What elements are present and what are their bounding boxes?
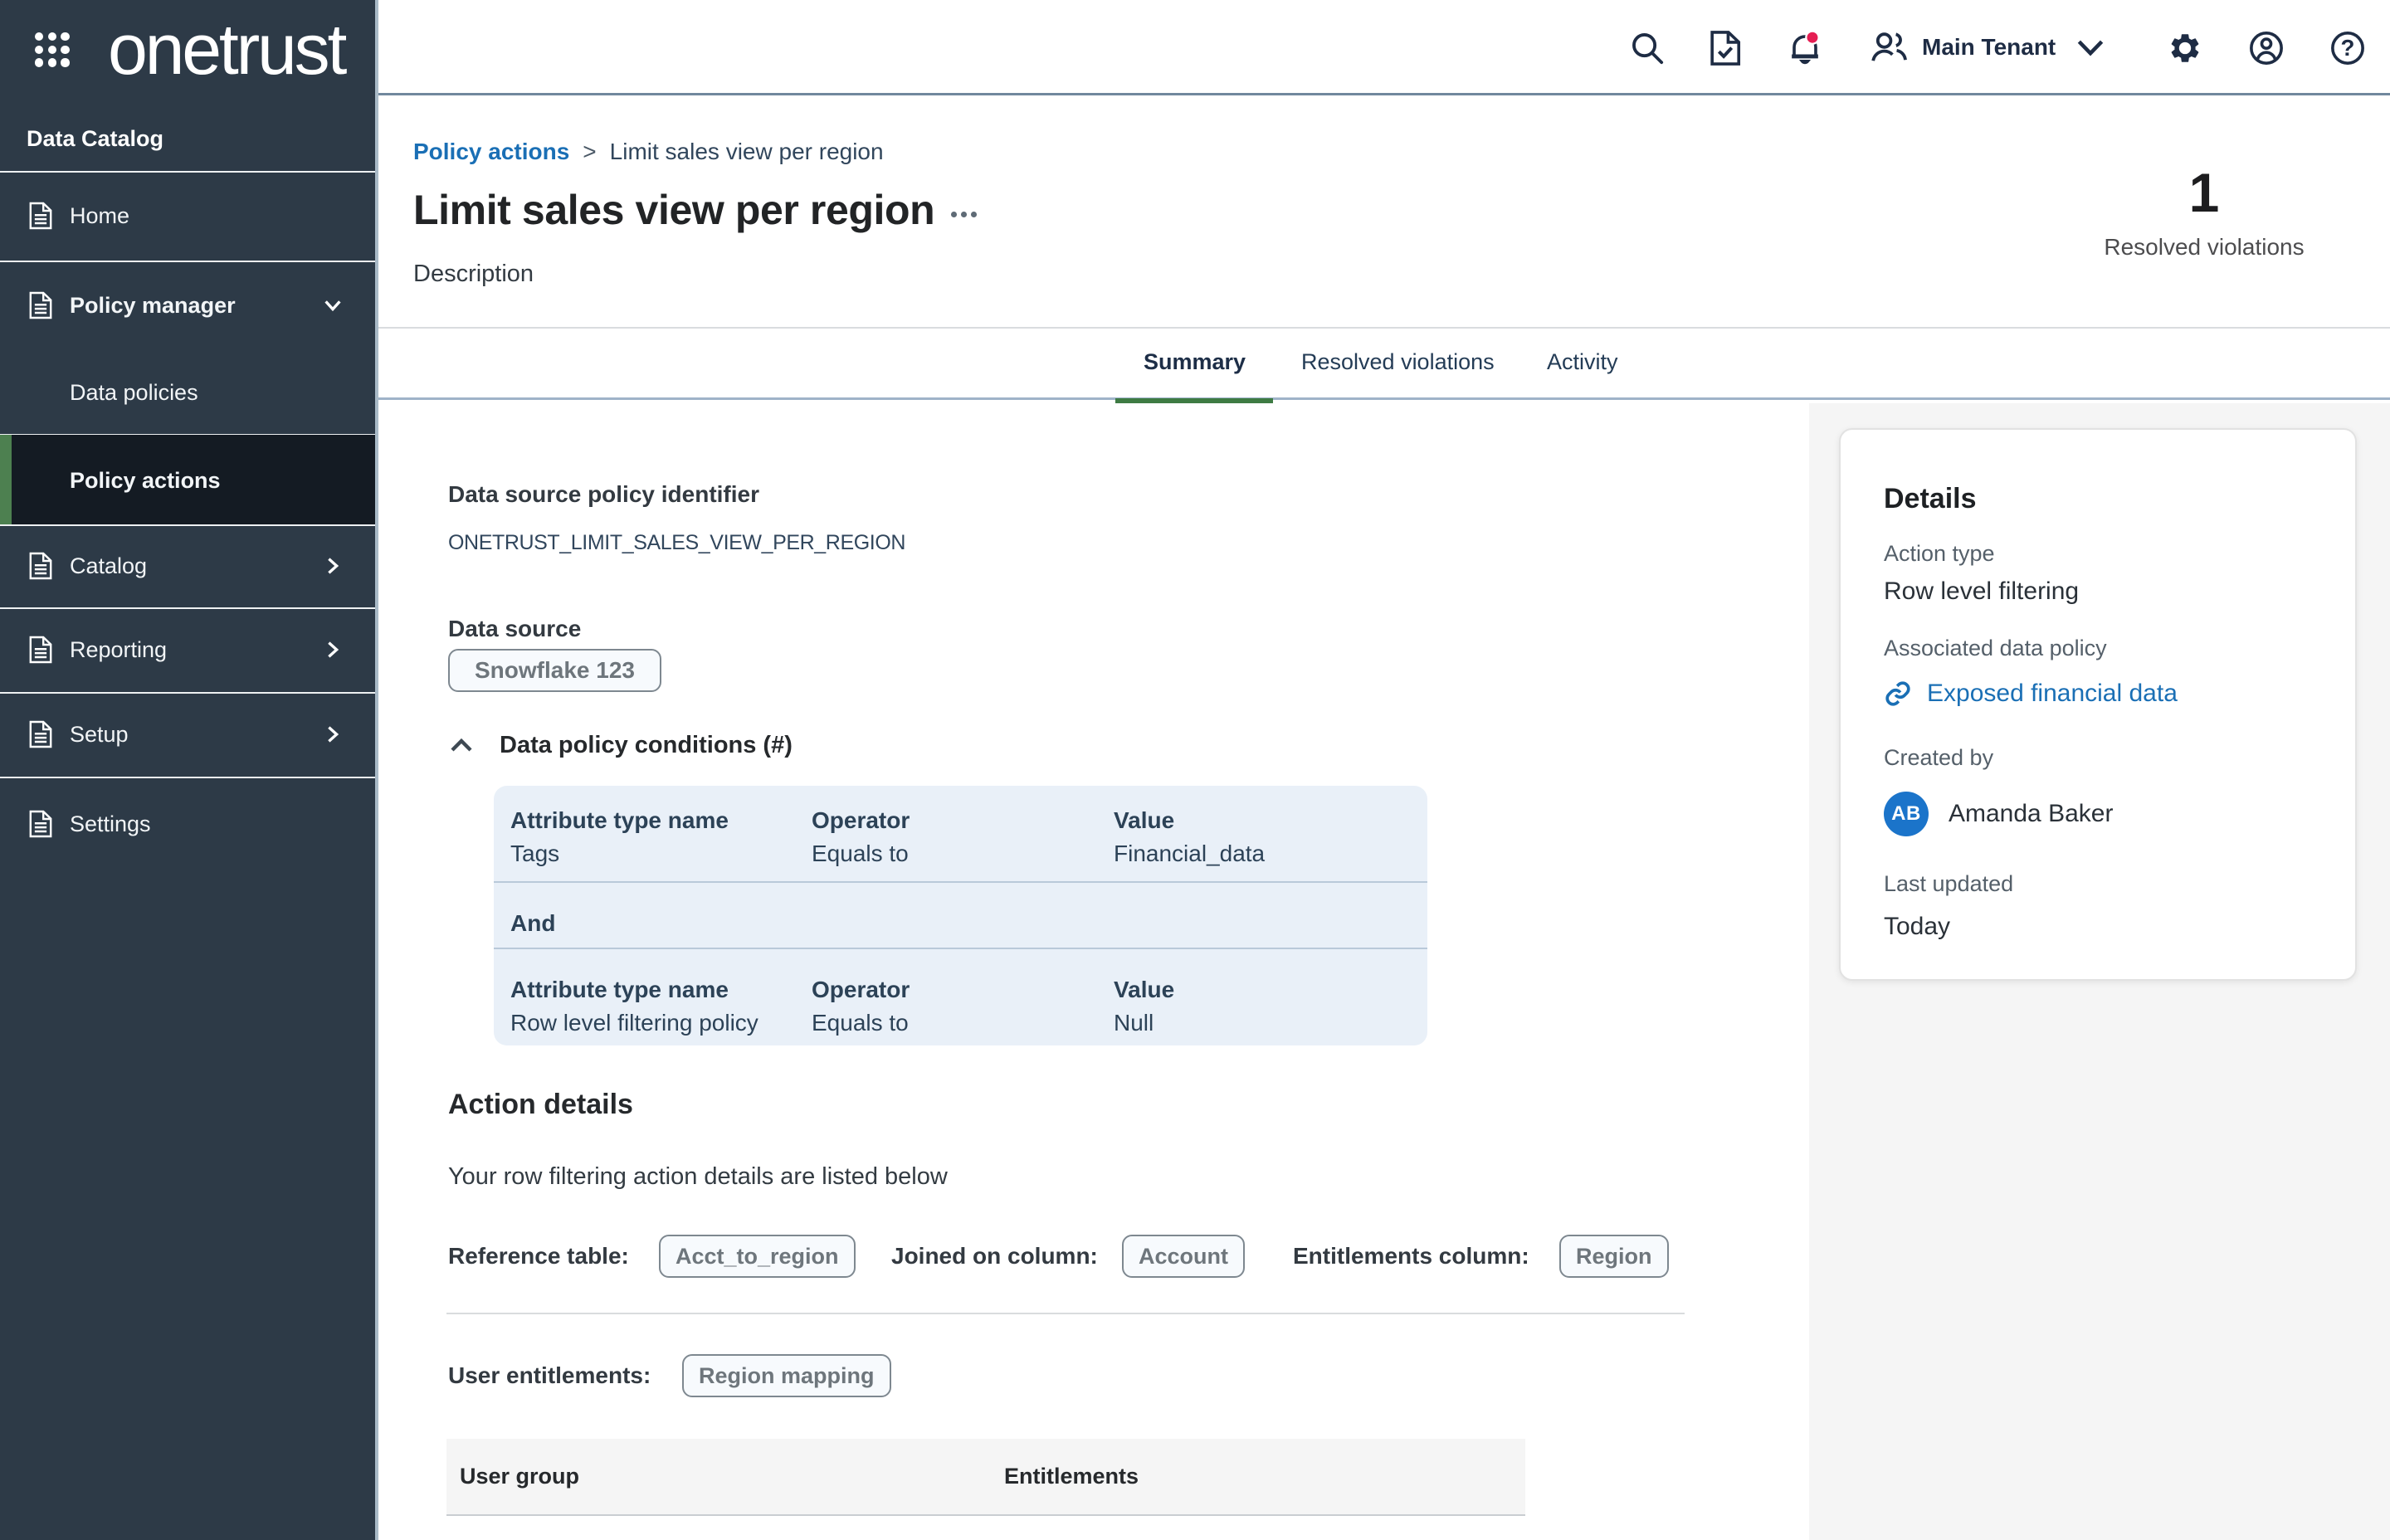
svg-text:?: ? — [2341, 35, 2355, 61]
